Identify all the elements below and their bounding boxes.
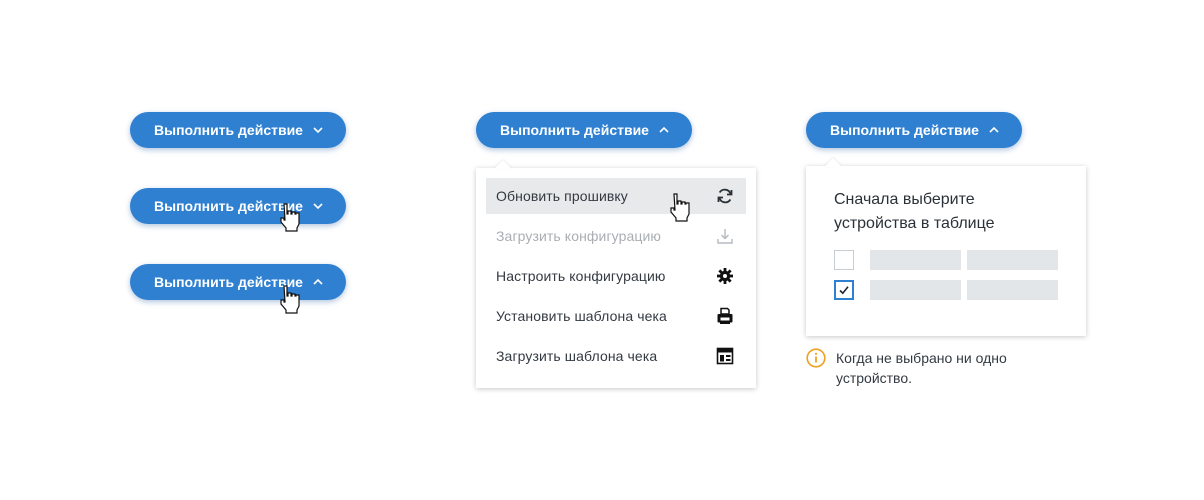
action-button-label: Выполнить действие xyxy=(830,122,979,138)
action-button-open-hint[interactable]: Выполнить действие xyxy=(806,112,1022,148)
actions-dropdown-menu: Обновить прошивку Загрузить конфигурацию xyxy=(476,160,756,388)
refresh-icon xyxy=(716,187,734,205)
action-button-default[interactable]: Выполнить действие xyxy=(130,112,346,148)
menu-item-configure[interactable]: Настроить конфигурацию xyxy=(486,258,746,294)
template-icon xyxy=(716,347,734,365)
menu-item-upload-receipt-template[interactable]: Загрузить шаблона чека xyxy=(486,338,746,374)
info-icon xyxy=(806,348,826,368)
hint-popover: Сначала выберите устройства в таблице xyxy=(806,158,1086,336)
menu-item-label: Настроить конфигурацию xyxy=(496,268,666,284)
gear-icon xyxy=(716,267,734,285)
checkbox-unchecked xyxy=(834,250,854,270)
chevron-up-icon xyxy=(658,124,670,136)
skeleton-cell xyxy=(967,250,1058,270)
menu-item-label: Установить шаблона чека xyxy=(496,308,667,324)
action-button-label: Выполнить действие xyxy=(500,122,649,138)
chevron-down-icon xyxy=(312,124,324,136)
checkmark-icon xyxy=(839,286,849,295)
action-button-pressed[interactable]: Выполнить действие xyxy=(130,264,346,300)
action-button-label: Выполнить действие xyxy=(154,274,303,290)
chevron-up-icon xyxy=(312,276,324,288)
action-button-open[interactable]: Выполнить действие xyxy=(476,112,692,148)
skeleton-cell xyxy=(870,280,961,300)
menu-item-label: Обновить прошивку xyxy=(496,188,628,204)
chevron-up-icon xyxy=(988,124,1000,136)
menu-item-label: Загрузить шаблона чека xyxy=(496,348,658,364)
action-button-hover[interactable]: Выполнить действие xyxy=(130,188,346,224)
menu-item-update-firmware[interactable]: Обновить прошивку xyxy=(486,178,746,214)
dropdown-notch xyxy=(494,160,512,169)
skeleton-cell xyxy=(967,280,1058,300)
chevron-down-icon xyxy=(312,200,324,212)
action-button-label: Выполнить действие xyxy=(154,122,303,138)
action-button-label: Выполнить действие xyxy=(154,198,303,214)
hint-title: Сначала выберите устройства в таблице xyxy=(834,191,995,232)
stage: Выполнить действие Выполнить действие Вы… xyxy=(0,0,1204,500)
skeleton-cell xyxy=(870,250,961,270)
note-text: Когда не выбрано ни одно устройство. xyxy=(836,350,1007,386)
menu-item-upload-config: Загрузить конфигурацию xyxy=(486,218,746,254)
popover-notch xyxy=(824,158,842,167)
printer-icon xyxy=(716,307,734,325)
menu-item-set-receipt-template[interactable]: Установить шаблона чека xyxy=(486,298,746,334)
menu-item-label: Загрузить конфигурацию xyxy=(496,228,662,244)
download-icon xyxy=(716,227,734,245)
checkbox-checked xyxy=(834,280,854,300)
